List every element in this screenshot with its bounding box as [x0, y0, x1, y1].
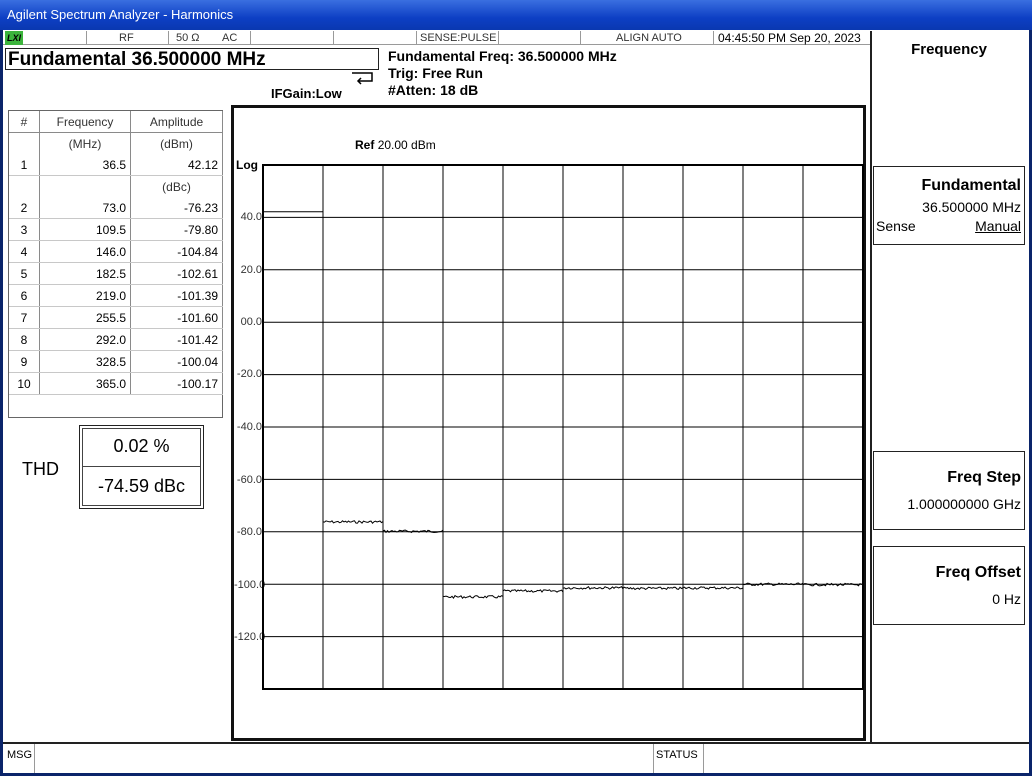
table-row: 6 219.0 -101.39: [9, 284, 223, 307]
status-rf: RF: [119, 32, 134, 44]
table-row: 10 365.0 -100.17: [9, 372, 223, 395]
status-align: ALIGN AUTO: [616, 32, 682, 44]
harmonic-trace-segment: [502, 589, 564, 593]
y-axis-label: -60.0: [236, 474, 262, 486]
softkey-value: 36.500000 MHz: [922, 199, 1021, 215]
attenuation-readout: #Atten: 18 dB: [388, 82, 479, 98]
message-bar: [3, 742, 1029, 773]
table-row: 3 109.5 -79.80: [9, 218, 223, 241]
scale-label: Log: [236, 158, 258, 172]
table-row: 4 146.0 -104.84: [9, 240, 223, 263]
unit-amp: (dBm): [130, 132, 223, 154]
lxi-logo: LXI: [5, 31, 23, 45]
graticule: [262, 164, 864, 690]
table-row: 2 73.0 -76.23: [9, 197, 223, 219]
y-axis-label: -40.0: [236, 421, 262, 433]
softkey-label: Fundamental: [921, 177, 1021, 194]
strip-divider: [580, 31, 581, 45]
col-header-number: #: [9, 111, 40, 133]
softkey-mode-manual[interactable]: Manual: [975, 218, 1021, 234]
strip-divider: [333, 31, 334, 45]
table-row: 9 328.5 -100.04: [9, 350, 223, 373]
freq-offset-softkey[interactable]: Freq Offset 0 Hz: [873, 546, 1025, 625]
strip-divider: [713, 31, 714, 45]
harmonic-trace-segment: [442, 594, 504, 599]
strip-divider: [416, 31, 417, 45]
msg-divider: [34, 744, 35, 773]
harmonic-trace-segment: [622, 586, 684, 591]
status-impedance: 50 Ω: [176, 32, 200, 44]
unit-freq: (MHz): [39, 132, 131, 154]
softkey-sense-label: Sense: [876, 218, 916, 234]
y-axis-label: 40.0: [240, 211, 262, 223]
softkey-label: Freq Offset: [935, 564, 1021, 581]
table-row: 1 36.5 42.12: [9, 154, 223, 176]
table-row: 7 255.5 -101.60: [9, 306, 223, 329]
softkey-value: 1.000000000 GHz: [907, 496, 1021, 512]
strip-divider: [250, 31, 251, 45]
col-header-frequency: Frequency: [39, 111, 131, 133]
status-divider: [703, 744, 704, 773]
softkey-value: 0 Hz: [992, 591, 1021, 607]
status-sense: SENSE:PULSE: [420, 32, 497, 44]
measurement-title[interactable]: Fundamental 36.500000 MHz: [5, 48, 379, 70]
thd-divider: [82, 466, 201, 467]
window-title: Agilent Spectrum Analyzer - Harmonics: [0, 0, 1032, 30]
status-coupling: AC: [222, 32, 238, 44]
unit-rel: (dBc): [130, 175, 223, 197]
harmonic-trace-segment: [562, 585, 624, 590]
y-axis-label: -120.0: [234, 631, 266, 643]
ref-level-label: Ref 20.00 dBm: [355, 138, 436, 152]
col-header-amplitude: Amplitude: [130, 111, 223, 133]
y-axis-label: -80.0: [236, 526, 262, 538]
y-axis-label: -20.0: [236, 368, 262, 380]
harmonic-trace-segment: [322, 520, 384, 524]
msg-label: MSG: [7, 749, 33, 761]
status-divider: [653, 744, 654, 773]
thd-dbc: -74.59 dBc: [97, 476, 186, 496]
thd-percent: 0.02 %: [113, 436, 170, 456]
status-datetime: 04:45:50 PM Sep 20, 2023: [718, 31, 861, 45]
strip-divider: [498, 31, 499, 45]
input-trigger-icon: [350, 70, 376, 91]
fundamental-freq-readout: Fundamental Freq: 36.500000 MHz: [388, 48, 617, 64]
status-label[interactable]: STATUS: [656, 749, 698, 761]
y-axis-label: 20.0: [240, 264, 262, 276]
table-row: 5 182.5 -102.61: [9, 262, 223, 285]
softkey-panel: [870, 31, 1028, 742]
harmonics-table: # Frequency Amplitude (MHz) (dBm) 1 36.5…: [8, 110, 223, 418]
table-row: 8 292.0 -101.42: [9, 328, 223, 351]
strip-divider: [86, 31, 87, 45]
y-axis-label: 00.0: [240, 316, 262, 328]
fundamental-softkey[interactable]: Fundamental 36.500000 MHz Sense Manual: [873, 166, 1025, 245]
thd-label: THD: [22, 459, 59, 479]
harmonic-trace-segment: [682, 586, 744, 590]
y-axis-label: -100.0: [234, 579, 266, 591]
strip-divider: [168, 31, 169, 45]
trigger-readout: Trig: Free Run: [388, 65, 483, 81]
menu-title: Frequency: [911, 41, 987, 58]
softkey-label: Freq Step: [947, 469, 1021, 486]
ifgain-readout: IFGain:Low: [271, 86, 342, 101]
freq-step-softkey[interactable]: Freq Step 1.000000000 GHz: [873, 451, 1025, 530]
